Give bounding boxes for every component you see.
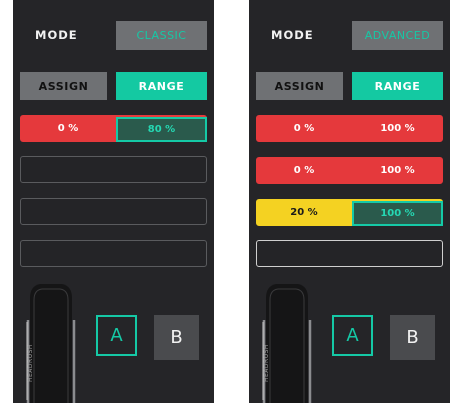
tab-range[interactable]: RANGE <box>116 72 207 100</box>
tab-assign[interactable]: ASSIGN <box>20 72 107 100</box>
range-max-value[interactable]: 100 % <box>351 116 444 141</box>
pedal-brand-label: HEADRUSH <box>27 344 34 382</box>
tab-range[interactable]: RANGE <box>352 72 443 100</box>
range-slot-4[interactable] <box>256 240 443 267</box>
advanced-mode-screen: MODE ADVANCED ASSIGN RANGE 0 % 100 % 0 %… <box>249 0 450 403</box>
range-slot-2[interactable]: 0 % 100 % <box>256 157 443 184</box>
range-max-value[interactable]: 100 % <box>351 158 444 183</box>
pedal-brand-label: HEADRUSH <box>263 344 270 382</box>
classic-mode-screen: MODE CLASSIC ASSIGN RANGE 0 % 80 % HEADR… <box>13 0 214 403</box>
expression-pedal-icon <box>262 284 312 403</box>
range-min-value[interactable]: 0 % <box>257 158 351 183</box>
range-slot-1[interactable]: 0 % 80 % <box>20 115 207 142</box>
range-slot-2[interactable] <box>20 156 207 183</box>
range-slot-3[interactable]: 20 % 100 % <box>256 199 443 226</box>
range-max-value[interactable]: 80 % <box>116 117 207 142</box>
mode-label: MODE <box>271 28 314 42</box>
range-slot-3[interactable] <box>20 198 207 225</box>
footswitch-a-button[interactable]: A <box>332 315 373 356</box>
tab-assign[interactable]: ASSIGN <box>256 72 343 100</box>
range-slot-1[interactable]: 0 % 100 % <box>256 115 443 142</box>
mode-label: MODE <box>35 28 78 42</box>
range-slot-4[interactable] <box>20 240 207 267</box>
expression-pedal-icon <box>26 284 76 403</box>
range-max-value[interactable]: 100 % <box>352 201 443 226</box>
footswitch-a-button[interactable]: A <box>96 315 137 356</box>
range-min-value[interactable]: 0 % <box>257 116 351 141</box>
range-min-value[interactable]: 0 % <box>21 116 115 141</box>
footswitch-b-button[interactable]: B <box>154 315 199 360</box>
mode-selector-button[interactable]: ADVANCED <box>352 21 443 50</box>
footswitch-b-button[interactable]: B <box>390 315 435 360</box>
range-min-value[interactable]: 20 % <box>257 200 351 225</box>
mode-selector-button[interactable]: CLASSIC <box>116 21 207 50</box>
